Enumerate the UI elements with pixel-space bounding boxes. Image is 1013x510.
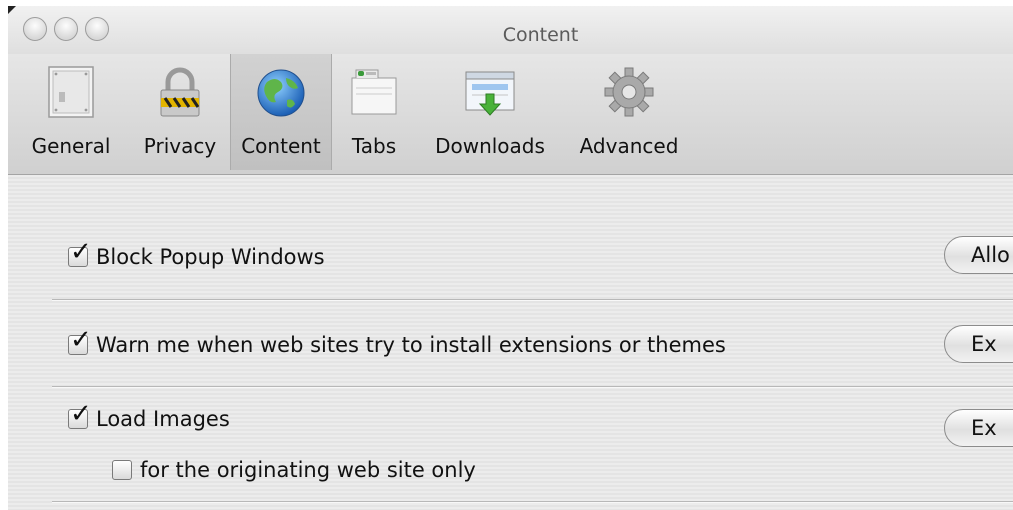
- window-title: Content: [502, 24, 579, 46]
- block-popups-label[interactable]: Block Popup Windows: [96, 245, 325, 269]
- warn-extensions-checkbox[interactable]: ✓: [68, 327, 92, 355]
- load-images-checkbox[interactable]: ✓: [68, 401, 92, 429]
- checkmark-icon: ✓: [70, 237, 92, 267]
- content-pane: ✓ Block Popup Windows Allo ✓ Warn me whe…: [8, 175, 1013, 510]
- tab-privacy-label: Privacy: [143, 134, 217, 158]
- originating-site-checkbox[interactable]: [112, 460, 132, 480]
- checkmark-icon: ✓: [70, 399, 92, 429]
- preferences-window: Content General Privacy Content Tabs Dow…: [8, 6, 1013, 510]
- globe-icon: [257, 69, 305, 117]
- tab-general[interactable]: General: [26, 54, 116, 170]
- extensions-exceptions-button[interactable]: Ex: [944, 325, 1013, 363]
- section-divider: [52, 299, 1013, 300]
- tab-general-label: General: [31, 134, 111, 158]
- section-divider: [52, 501, 1013, 502]
- general-switch-icon: [48, 66, 94, 118]
- load-images-label[interactable]: Load Images: [96, 407, 230, 431]
- tab-content[interactable]: Content: [230, 54, 332, 170]
- allowed-sites-popups-button[interactable]: Allo: [944, 236, 1013, 274]
- block-popups-checkbox[interactable]: ✓: [68, 239, 92, 267]
- tab-tabs-label: Tabs: [351, 134, 397, 158]
- tab-tabs[interactable]: Tabs: [342, 54, 406, 170]
- load-images-option: ✓ Load Images: [68, 401, 230, 431]
- gear-icon: [604, 67, 654, 117]
- warn-extensions-option: ✓ Warn me when web sites try to install …: [68, 327, 726, 357]
- window-corner-mark: [8, 6, 16, 14]
- tab-advanced-label: Advanced: [579, 134, 679, 158]
- originating-site-option: for the originating web site only: [112, 458, 476, 482]
- images-exceptions-button[interactable]: Ex: [944, 409, 1013, 447]
- tab-privacy[interactable]: Privacy: [134, 54, 226, 170]
- tabs-icon: [351, 69, 397, 115]
- section-divider: [52, 386, 1013, 387]
- preferences-toolbar: General Privacy Content Tabs Downloads A…: [8, 54, 1013, 175]
- tab-advanced[interactable]: Advanced: [574, 54, 684, 170]
- warn-extensions-label[interactable]: Warn me when web sites try to install ex…: [96, 333, 726, 357]
- download-icon: [465, 71, 515, 116]
- lock-icon: [160, 67, 200, 117]
- tab-content-label: Content: [241, 134, 321, 158]
- tab-downloads-label: Downloads: [435, 134, 545, 158]
- tab-downloads[interactable]: Downloads: [428, 54, 552, 170]
- title-bar: Content: [8, 6, 1013, 56]
- block-popups-option: ✓ Block Popup Windows: [68, 239, 325, 269]
- originating-site-label[interactable]: for the originating web site only: [140, 458, 476, 482]
- checkmark-icon: ✓: [70, 325, 92, 355]
